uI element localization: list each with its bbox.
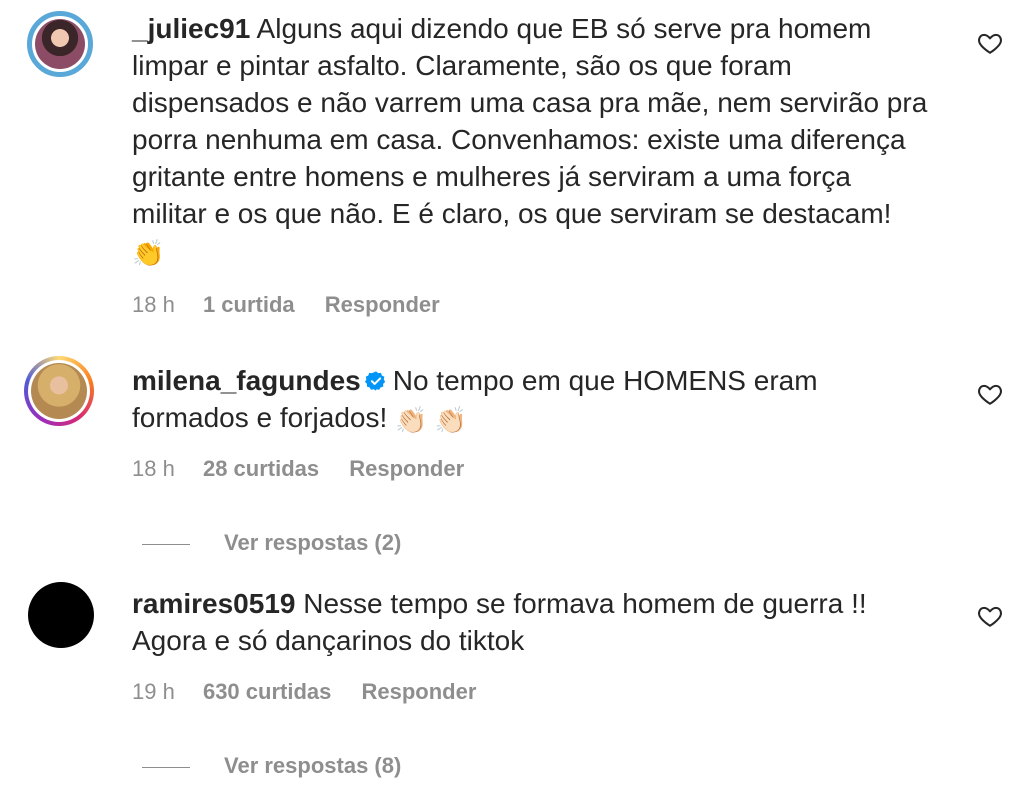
view-replies-label[interactable]: Ver respostas (8) — [224, 753, 401, 778]
clapping-hands-emoji: 👏🏻 👏🏻 — [395, 405, 468, 435]
comment-time[interactable]: 18 h — [132, 292, 175, 317]
comment-likes[interactable]: 630 curtidas — [203, 679, 331, 704]
heart-outline-icon[interactable] — [976, 603, 1004, 629]
verified-badge-icon — [364, 371, 385, 391]
clapping-hands-emoji: 👏 — [132, 238, 165, 268]
heart-outline-icon[interactable] — [976, 30, 1004, 56]
avatar-image — [31, 363, 87, 419]
view-replies-divider — [142, 543, 190, 545]
view-replies-divider — [142, 766, 190, 768]
comment-likes[interactable]: 28 curtidas — [203, 456, 319, 481]
comment-body: ramires0519 Nesse tempo se formava homem… — [132, 585, 922, 659]
comment-meta: 18 h 28 curtidas Responder — [132, 456, 464, 482]
comment-body: _juliec91 Alguns aqui dizendo que EB só … — [132, 10, 932, 269]
comment-username[interactable]: milena_fagundes — [132, 365, 361, 396]
comment-time[interactable]: 18 h — [132, 456, 175, 481]
view-replies-label[interactable]: Ver respostas (2) — [224, 530, 401, 555]
avatar[interactable] — [27, 11, 93, 77]
comment-meta: 18 h 1 curtida Responder — [132, 292, 440, 318]
view-replies-button[interactable]: Ver respostas (2) — [142, 530, 401, 556]
comment-likes[interactable]: 1 curtida — [203, 292, 295, 317]
avatar-border — [28, 360, 90, 422]
comment-meta: 19 h 630 curtidas Responder — [132, 679, 476, 705]
reply-button[interactable]: Responder — [325, 292, 440, 317]
avatar[interactable] — [28, 582, 94, 648]
comment-username[interactable]: _juliec91 — [132, 13, 250, 44]
reply-button[interactable]: Responder — [361, 679, 476, 704]
view-replies-button[interactable]: Ver respostas (8) — [142, 753, 401, 779]
reply-button[interactable]: Responder — [349, 456, 464, 481]
comment-username[interactable]: ramires0519 — [132, 588, 295, 619]
avatar[interactable] — [24, 356, 94, 426]
heart-outline-icon[interactable] — [976, 381, 1004, 407]
avatar-image — [35, 19, 85, 69]
comment-time[interactable]: 19 h — [132, 679, 175, 704]
comment-text: Alguns aqui dizendo que EB só serve pra … — [132, 13, 928, 229]
comment-body: milena_fagundes No tempo em que HOMENS e… — [132, 362, 892, 436]
